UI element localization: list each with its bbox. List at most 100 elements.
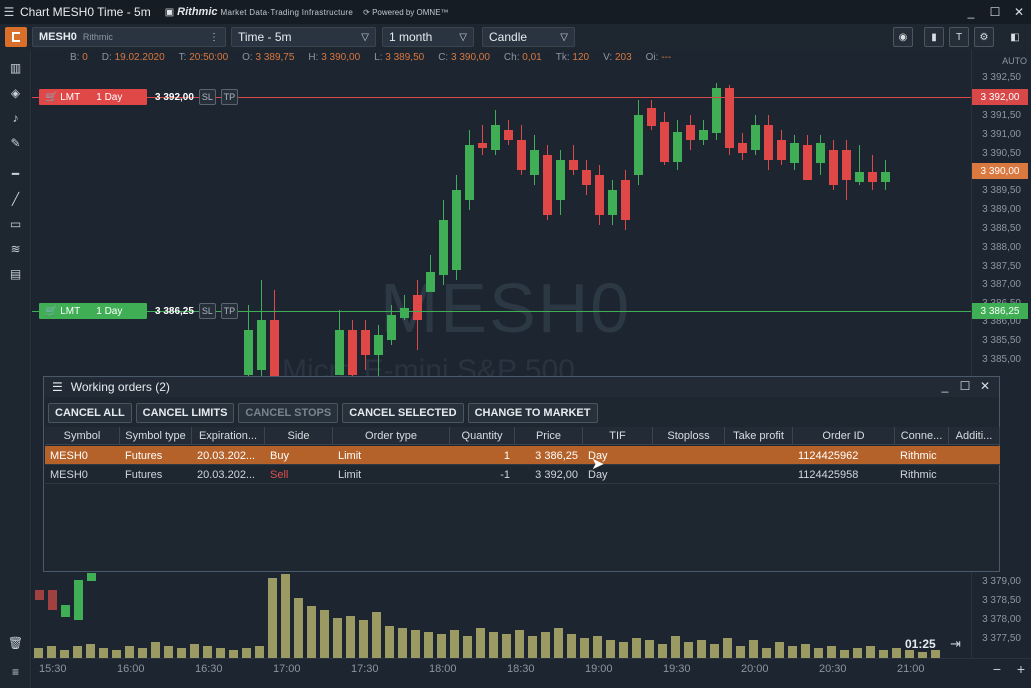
candle-body	[660, 122, 669, 162]
cancel-all-button[interactable]: CANCEL ALL	[48, 403, 132, 423]
settings-icon[interactable]: ⚙	[974, 27, 994, 47]
price-tick: 3 389,00	[982, 204, 1021, 215]
close-icon[interactable]: ✕	[975, 379, 995, 393]
maximize-icon[interactable]: ☐	[955, 379, 975, 393]
column-header[interactable]: Order type	[333, 427, 450, 445]
cell-take-profit	[730, 446, 788, 465]
auto-scale-toggle[interactable]: AUTO	[1002, 56, 1027, 66]
list-icon[interactable]: ≡	[0, 659, 31, 684]
template-icon[interactable]: T	[949, 27, 969, 47]
column-header[interactable]: TIF	[583, 427, 653, 445]
change-to-market-button[interactable]: CHANGE TO MARKET	[467, 403, 598, 423]
last-price-tag: 3 390,00	[972, 163, 1028, 179]
column-header[interactable]: Additi...	[949, 427, 1000, 445]
cell-additional	[954, 465, 995, 484]
volume-bar	[138, 648, 147, 658]
candle-body	[361, 330, 370, 355]
indicator-icon[interactable]: ◉	[893, 27, 913, 47]
layers-icon[interactable]: ◈	[0, 80, 31, 105]
volume-bar	[541, 632, 550, 658]
drawing-list-icon[interactable]: ▤	[0, 261, 31, 286]
mouse-icon[interactable]: ▮	[924, 27, 944, 47]
minimize-icon[interactable]: _	[959, 0, 983, 24]
time-tick: 15:30	[39, 663, 67, 675]
cell-symbol-type: Futures	[125, 449, 163, 462]
chart-type-select[interactable]: Candle ▽	[482, 27, 575, 47]
volume-bar	[463, 636, 472, 658]
column-header[interactable]: Order ID	[793, 427, 895, 445]
zoom-in-icon[interactable]: +	[1017, 661, 1025, 677]
volume-bar	[281, 574, 290, 658]
table-row[interactable]: MESH0 Futures 20.03.202... Buy Limit 1 3 386,2…	[45, 446, 1000, 465]
zoom-out-icon[interactable]: −	[993, 661, 1001, 677]
column-header[interactable]: Stoploss	[653, 427, 725, 445]
volume-bar	[567, 634, 576, 658]
cancel-stops-button[interactable]: CANCEL STOPS	[238, 403, 339, 423]
volume-bar	[294, 598, 303, 658]
cell-expiration: 20.03.202...	[197, 449, 256, 462]
column-header[interactable]: Price	[515, 427, 583, 445]
volume-bar	[580, 638, 589, 658]
candle-body	[751, 125, 760, 150]
fibonacci-icon[interactable]: ≋	[0, 236, 31, 261]
sell-order-label[interactable]: 🛒 LMT 1 Day 3 392,00 SL TP	[39, 89, 238, 105]
stoploss-button[interactable]: SL	[198, 303, 216, 319]
price-tick: 3 378,50	[982, 595, 1021, 606]
panel-toggle-icon[interactable]: ◧	[1005, 27, 1025, 47]
chevron-down-icon: ▽	[459, 31, 467, 43]
volume-bar	[450, 630, 459, 658]
trend-line-icon[interactable]: ╱	[0, 186, 31, 211]
menu-icon[interactable]: ☰	[0, 5, 18, 19]
price-tick: 3 378,00	[982, 614, 1021, 625]
volume-bar	[203, 646, 212, 658]
candle-body	[647, 108, 656, 126]
eraser-icon[interactable]: ✎	[0, 130, 31, 155]
buy-order-label[interactable]: 🛒 LMT 1 Day 3 386,25 SL TP	[39, 303, 238, 319]
horizontal-line-icon[interactable]: ━	[0, 161, 31, 186]
column-header[interactable]: Conne...	[895, 427, 949, 445]
column-header[interactable]: Take profit	[725, 427, 793, 445]
close-icon[interactable]: ✕	[1007, 0, 1031, 24]
indicators-icon[interactable]: ▥	[0, 55, 31, 80]
candle-body	[244, 330, 253, 375]
column-header[interactable]: Expiration...	[192, 427, 265, 445]
trash-icon[interactable]: 🗑	[0, 630, 31, 655]
cell-stoploss	[658, 465, 720, 484]
column-header[interactable]: Symbol type	[120, 427, 192, 445]
time-axis[interactable]: − + 15:30 16:00 16:30 17:00 17:30 18:00 18:30 1…	[32, 658, 1031, 688]
chevron-down-icon: ▽	[361, 31, 369, 43]
table-row[interactable]: MESH0 Futures 20.03.202... Sell Limit -1 3 392…	[45, 465, 1000, 484]
rectangle-icon[interactable]: ▭	[0, 211, 31, 236]
candle-body	[426, 272, 435, 292]
volume-bar	[151, 642, 160, 658]
cancel-selected-button[interactable]: CANCEL SELECTED	[342, 403, 464, 423]
symbol-selector[interactable]: MESH0 Rithmic ⋮	[32, 27, 226, 47]
candle-body	[634, 115, 643, 175]
takeprofit-button[interactable]: TP	[220, 303, 238, 319]
menu-icon[interactable]: ☰	[52, 380, 63, 394]
candle-body	[543, 155, 552, 215]
stoploss-button[interactable]: SL	[198, 89, 216, 105]
candle-body	[478, 143, 487, 148]
column-header[interactable]: Quantity	[450, 427, 515, 445]
volume-bar	[801, 644, 810, 658]
candle-body	[621, 180, 630, 220]
timeframe-select[interactable]: Time - 5m ▽	[231, 27, 376, 47]
app-logo-icon[interactable]	[5, 27, 27, 47]
price-tick: 3 379,00	[982, 576, 1021, 587]
volume-bar	[697, 640, 706, 658]
minimize-icon[interactable]: _	[935, 379, 955, 393]
candle-body	[465, 145, 474, 200]
volume-bar	[411, 630, 420, 658]
takeprofit-button[interactable]: TP	[220, 89, 238, 105]
cancel-limits-button[interactable]: CANCEL LIMITS	[135, 403, 235, 423]
maximize-icon[interactable]: ☐	[983, 0, 1007, 24]
period-select[interactable]: 1 month ▽	[382, 27, 474, 47]
scroll-to-end-icon[interactable]: ⇥	[950, 636, 961, 652]
column-header[interactable]: Symbol	[45, 427, 120, 445]
column-header[interactable]: Side	[265, 427, 333, 445]
alert-bell-icon[interactable]: ♪	[0, 105, 31, 130]
title-bar: ☰ Chart MESH0 Time - 5m ▣ Rithmic Market …	[0, 0, 1031, 24]
candle-body	[673, 132, 682, 162]
cell-symbol-type: Futures	[125, 468, 163, 481]
